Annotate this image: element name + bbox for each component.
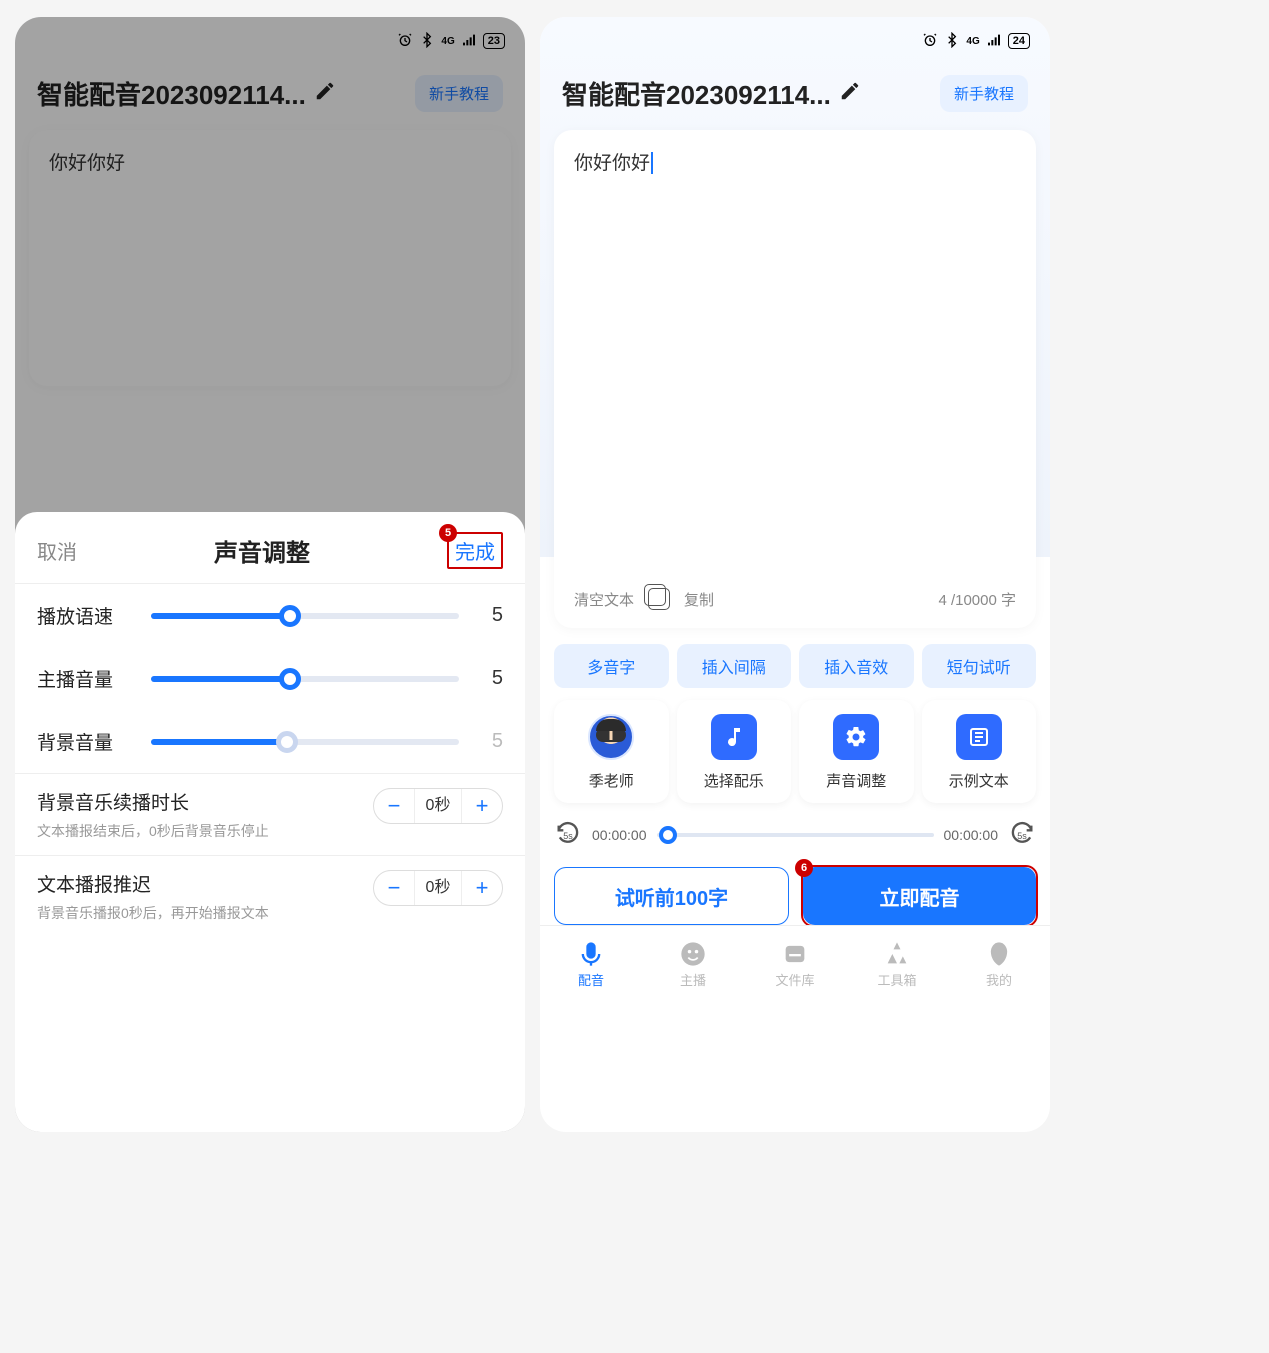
current-time: 00:00:00 xyxy=(592,827,647,843)
extend-plus-button[interactable]: + xyxy=(462,789,502,823)
text-input[interactable]: 你好你好 xyxy=(574,148,1016,578)
short-preview-button[interactable]: 短句试听 xyxy=(922,644,1037,688)
gear-icon xyxy=(833,714,879,760)
step-badge: 5 xyxy=(439,524,457,542)
delay-value: 0秒 xyxy=(414,871,462,905)
done-button-highlight: 5 完成 xyxy=(447,532,503,569)
bgvolume-label: 背景音量 xyxy=(37,728,137,755)
sample-label: 示例文本 xyxy=(949,770,1009,791)
edit-icon[interactable] xyxy=(839,78,861,109)
music-icon xyxy=(711,714,757,760)
step-badge: 6 xyxy=(795,859,813,877)
network-label: 4G xyxy=(966,36,979,47)
clear-text-button[interactable]: 清空文本 xyxy=(574,589,634,610)
insert-gap-button[interactable]: 插入间隔 xyxy=(677,644,792,688)
volume-slider[interactable] xyxy=(151,676,459,682)
sound-adjust-sheet: 取消 声音调整 5 完成 播放语速 5 主播音量 5 背景音量 xyxy=(15,512,525,1132)
delay-stepper: − 0秒 + xyxy=(373,870,503,906)
extend-stepper: − 0秒 + xyxy=(373,788,503,824)
music-label: 选择配乐 xyxy=(704,770,764,791)
extend-value: 0秒 xyxy=(414,789,462,823)
delay-title: 文本播报推迟 xyxy=(37,870,363,897)
char-counter: 4 /10000 字 xyxy=(938,589,1016,610)
copy-button[interactable]: 复制 xyxy=(684,589,714,610)
sound-label: 声音调整 xyxy=(826,770,886,791)
copy-icon[interactable] xyxy=(648,588,670,610)
cancel-button[interactable]: 取消 xyxy=(37,536,77,565)
bluetooth-icon xyxy=(944,32,960,51)
duration-time: 00:00:00 xyxy=(944,827,999,843)
alarm-icon xyxy=(922,32,938,51)
voice-select-card[interactable]: 季老师 xyxy=(554,700,669,803)
battery-indicator: 24 xyxy=(1008,33,1030,49)
voice-label: 季老师 xyxy=(589,770,634,791)
nav-files[interactable]: 文件库 xyxy=(744,926,846,1003)
start-dub-button[interactable]: 6 立即配音 xyxy=(803,867,1036,925)
nav-mine[interactable]: 我的 xyxy=(948,926,1050,1003)
nav-host[interactable]: 主播 xyxy=(642,926,744,1003)
speed-slider[interactable] xyxy=(151,613,459,619)
nav-dub[interactable]: 配音 xyxy=(540,926,642,1003)
status-bar: 4G 24 xyxy=(540,17,1050,65)
volume-label: 主播音量 xyxy=(37,665,137,692)
speed-value: 5 xyxy=(473,604,503,627)
insert-fx-button[interactable]: 插入音效 xyxy=(799,644,914,688)
bgvolume-value: 5 xyxy=(473,730,503,753)
done-button[interactable]: 完成 xyxy=(455,542,495,564)
bgvolume-slider[interactable] xyxy=(151,739,459,745)
polyphonic-button[interactable]: 多音字 xyxy=(554,644,669,688)
volume-value: 5 xyxy=(473,667,503,690)
sample-icon xyxy=(956,714,1002,760)
bottom-nav: 配音 主播 文件库 工具箱 我的 xyxy=(540,925,1050,1003)
delay-plus-button[interactable]: + xyxy=(462,871,502,905)
delay-hint: 背景音乐播报0秒后，再开始播报文本 xyxy=(37,903,363,923)
text-cursor xyxy=(651,152,653,174)
extend-hint: 文本播报结束后，0秒后背景音乐停止 xyxy=(37,821,363,841)
music-select-card[interactable]: 选择配乐 xyxy=(677,700,792,803)
trial-button[interactable]: 试听前100字 xyxy=(554,867,789,925)
sound-adjust-card[interactable]: 声音调整 xyxy=(799,700,914,803)
seek-slider[interactable] xyxy=(657,833,934,837)
speed-label: 播放语速 xyxy=(37,602,137,629)
skip-back-button[interactable]: 5s xyxy=(554,821,582,849)
sheet-title: 声音调整 xyxy=(214,533,310,568)
sample-text-card[interactable]: 示例文本 xyxy=(922,700,1037,803)
extend-minus-button[interactable]: − xyxy=(374,789,414,823)
avatar-icon xyxy=(588,714,634,760)
tutorial-button[interactable]: 新手教程 xyxy=(940,75,1028,112)
skip-forward-button[interactable]: 5s xyxy=(1008,821,1036,849)
delay-minus-button[interactable]: − xyxy=(374,871,414,905)
signal-icon xyxy=(986,32,1002,51)
nav-tools[interactable]: 工具箱 xyxy=(846,926,948,1003)
page-title: 智能配音2023092114... xyxy=(562,75,930,112)
extend-title: 背景音乐续播时长 xyxy=(37,788,363,815)
